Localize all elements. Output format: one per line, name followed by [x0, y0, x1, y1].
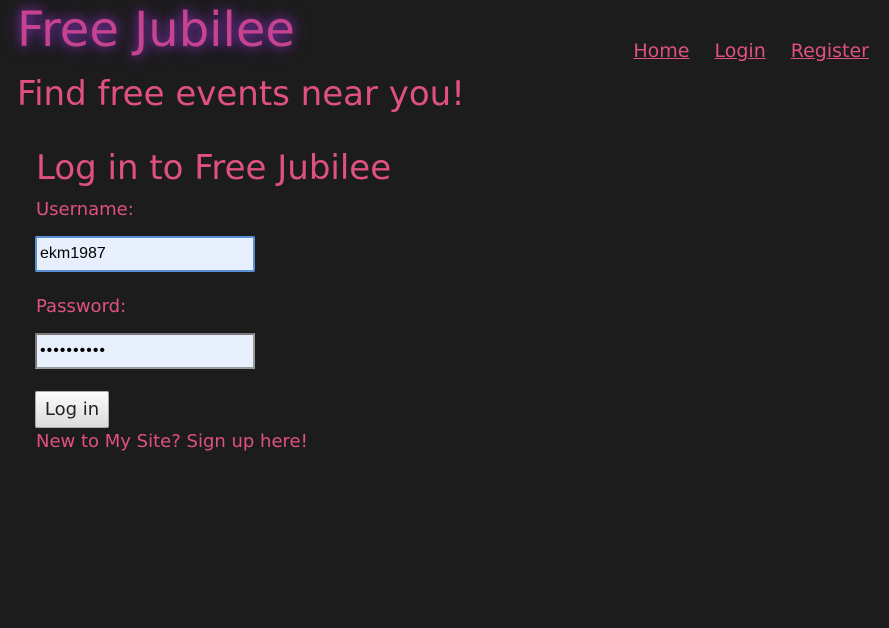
site-tagline: Find free events near you! [17, 74, 465, 114]
login-button[interactable]: Log in [35, 391, 109, 428]
nav-link-login[interactable]: Login [715, 40, 766, 62]
login-heading: Log in to Free Jubilee [36, 148, 392, 188]
site-title: Free Jubilee [17, 2, 295, 58]
username-label: Username: [36, 199, 134, 220]
password-input[interactable] [35, 333, 255, 369]
nav-link-register[interactable]: Register [791, 40, 869, 62]
username-input[interactable] [35, 236, 255, 272]
main-nav: Home Login Register [633, 40, 869, 62]
password-label: Password: [36, 296, 127, 317]
nav-link-home[interactable]: Home [633, 40, 689, 62]
signup-link[interactable]: New to My Site? Sign up here! [36, 431, 308, 452]
